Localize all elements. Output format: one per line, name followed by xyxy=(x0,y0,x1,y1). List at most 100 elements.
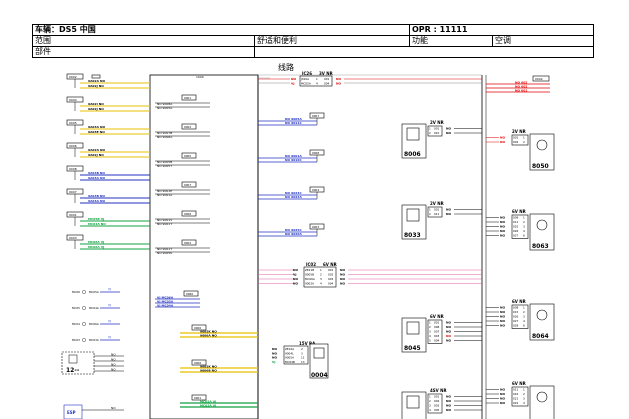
component-pin: 1 xyxy=(429,208,431,212)
component-pin: 1 xyxy=(429,395,431,399)
component-12-wire-label: NO xyxy=(111,363,116,367)
box0004-icon xyxy=(313,347,325,359)
right-component-way: 027 xyxy=(513,319,519,323)
left-connector-code: 0006 xyxy=(69,144,77,148)
component-way: 005 xyxy=(434,408,440,412)
component-tag: NO xyxy=(446,408,452,412)
component-tag: NO xyxy=(446,321,452,325)
right-component-pin: 2 xyxy=(523,310,525,314)
component-way: 007 xyxy=(434,330,440,334)
component-name: 8045 xyxy=(404,345,421,352)
right-component-pin: 2 xyxy=(523,140,525,144)
small-label-code: MC06 xyxy=(72,290,80,294)
center-link-bottom: NO 9020A xyxy=(285,232,302,236)
center-link-code: 0004 xyxy=(312,188,319,192)
component-way: 010 xyxy=(434,131,440,135)
lower-bar-label: MC02A VJ xyxy=(200,404,216,408)
mid-wire-label-bottom: NO 9006A xyxy=(157,135,173,139)
component-voltage: 6V NR xyxy=(430,314,444,319)
mid-connector-code: 0002 xyxy=(184,125,191,129)
left-wire-label: 9A02I NO xyxy=(88,102,104,106)
right-component-way: 011 xyxy=(513,388,519,392)
component-tag: NO xyxy=(446,127,452,131)
mid-wire-label-bottom: NO 9005K xyxy=(157,251,173,255)
right-component-voltage: 6V NR xyxy=(512,209,526,214)
small-label-ref: MC05A xyxy=(89,290,99,294)
mid-connector-code: 0001 xyxy=(184,96,191,100)
ic26-row-way: 004 xyxy=(324,82,330,86)
ic02-left-tag: NO xyxy=(293,282,299,286)
right-component-pin: 4 xyxy=(523,229,525,233)
center-link-bottom: NO 9016C xyxy=(285,158,302,162)
left-connector-code: 0005 xyxy=(69,121,77,125)
component-tag: NO xyxy=(446,325,452,329)
left-wire-label: 9A02A NO xyxy=(88,79,105,83)
right-component-way: 022 xyxy=(513,401,519,405)
component-way: 002 xyxy=(434,399,440,403)
right-top-code: 0002 xyxy=(535,77,543,81)
right-component-pin: 1 xyxy=(523,136,525,140)
small-connector-icon xyxy=(82,306,86,310)
mid-connector-code: 0007 xyxy=(184,183,191,187)
component-icon xyxy=(406,321,420,335)
right-component-tag: NO xyxy=(500,310,506,314)
component-esp-label: ESP xyxy=(67,410,76,415)
component-way: 004 xyxy=(434,339,440,343)
left-connector-code: 0003 xyxy=(69,236,77,240)
component-way: 001 xyxy=(434,127,440,131)
ic26-left-tag: NO xyxy=(291,77,297,81)
right-component-way: 026 xyxy=(513,315,519,319)
component-pin: 2 xyxy=(429,399,431,403)
left-connector-code: 0004 xyxy=(69,98,77,102)
ic02-left-tag: NO xyxy=(293,277,299,281)
component-voltage: 4SV NR xyxy=(430,388,447,393)
mid-connector-code: 0002 xyxy=(184,241,191,245)
right-component-voltage: 6V NR xyxy=(512,299,526,304)
ic02-left-tag: NO xyxy=(293,268,299,272)
right-component-pin: 6 xyxy=(523,324,525,328)
ic02-row-ref: 9005B xyxy=(305,273,314,277)
ic02-row-way: 004 xyxy=(328,282,334,286)
ic02-name: IC02 xyxy=(306,262,316,267)
right-component-voltage: 2V NR xyxy=(512,129,526,134)
component-voltage: 2V NR xyxy=(430,120,444,125)
right-component-pin: 1 xyxy=(523,216,525,220)
ic26-right-tag: NO xyxy=(336,77,342,81)
small-label-ref: MC04A xyxy=(89,306,99,310)
right-component-way: 016 xyxy=(513,392,519,396)
mid-connector-code: 0005 xyxy=(184,154,191,158)
ic26-row-pin: 1 xyxy=(316,77,318,81)
small-label-tag: VJ xyxy=(108,287,111,291)
small-connector-icon xyxy=(82,290,86,294)
right-component-pin: 6 xyxy=(523,234,525,238)
ic26-row-ref: MC05A xyxy=(301,82,311,86)
right-component-way: 011 xyxy=(513,220,519,224)
mc-group-label: VJ MC04A xyxy=(157,304,174,308)
ic26-row-way: 001 xyxy=(324,77,330,81)
ic26-voltage: 3V NR xyxy=(319,71,333,76)
component-pin: 2 xyxy=(429,212,431,216)
component-pin: 1 xyxy=(429,127,431,131)
right-component-way: 028 xyxy=(513,324,519,328)
left-wire-label: MC05B VJ xyxy=(88,217,104,221)
right-component-tag: NO xyxy=(500,140,506,144)
right-component-pin: 2 xyxy=(523,220,525,224)
ic02-row-way: 002 xyxy=(328,273,334,277)
left-wire-label: 9A02J NO xyxy=(88,107,104,111)
left-wire-label: 9A03A NO xyxy=(88,125,105,129)
mid-connector-code: 0006 xyxy=(184,212,191,216)
right-component-tag: NO xyxy=(500,220,506,224)
right-component-way: 002 xyxy=(513,140,519,144)
ic02-row-ref: ZE21B xyxy=(305,268,314,272)
small-label-code: MC04 xyxy=(72,322,80,326)
small-connector-icon xyxy=(82,338,86,342)
component-way: 001 xyxy=(434,208,440,212)
component-name: 8006 xyxy=(404,151,421,158)
right-component-name: 8063 xyxy=(532,243,549,250)
ic02-row-ref: 9002A xyxy=(305,282,314,286)
ic02-row-pin: 2 xyxy=(320,273,322,277)
right-component-tag: NO xyxy=(500,136,506,140)
center-link-code: 0008 xyxy=(312,151,319,155)
lower-bar-label: 9006A NO xyxy=(200,334,217,338)
ic02-row-pin: 1 xyxy=(320,268,322,272)
